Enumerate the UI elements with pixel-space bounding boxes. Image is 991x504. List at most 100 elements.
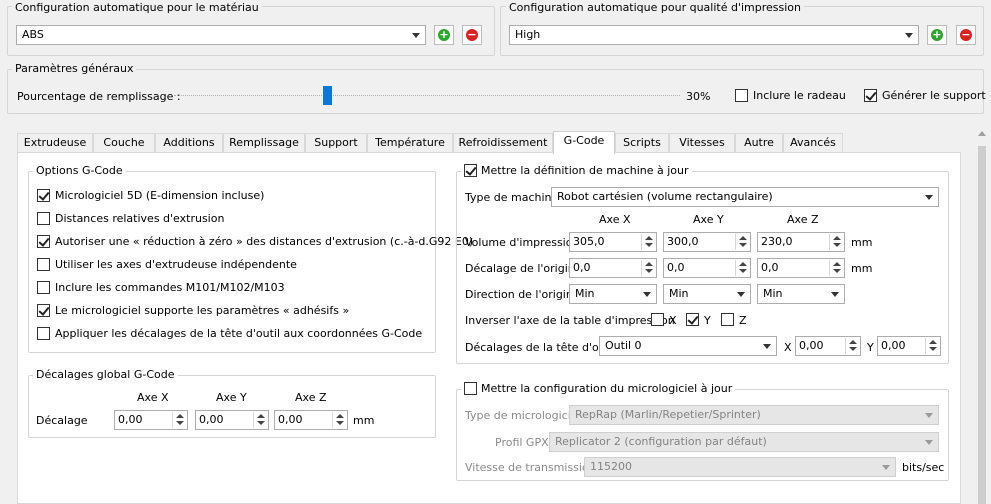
spin-arrows-icon[interactable] [735,234,749,250]
fill-value: 30% [686,90,711,103]
fill-slider-track[interactable] [174,95,680,96]
tool-offsets-label: Décalages de la tête d'outil [465,341,617,354]
volume-y[interactable]: 300,0 [663,232,751,252]
tab-couche[interactable]: Couche [93,133,155,153]
spin-arrows-icon[interactable] [845,338,859,354]
volume-x[interactable]: 305,0 [569,232,657,252]
support-checkbox[interactable] [864,89,877,102]
spin-arrows-icon[interactable] [829,234,843,250]
spin-arrows-icon[interactable] [735,260,749,276]
origin-offset-x[interactable]: 0,0 [569,258,657,278]
tool-y-label: Y [867,341,874,354]
spin-arrows-icon[interactable] [253,412,267,428]
invert-y-label: Y [704,314,711,327]
global-offset-label: Décalage [36,414,88,427]
support-label: Générer le support [882,89,986,102]
tab-gcode[interactable]: G-Code [553,131,615,154]
quality-group-title: Configuration automatique pour qualité d… [506,1,805,15]
general-group-title: Paramètres généraux [12,62,137,76]
gpx-label: Profil GPX [495,436,549,449]
invert-x-checkbox[interactable] [651,313,664,326]
tab-vitesses[interactable]: Vitesses [669,133,735,153]
tab-extrudeuse[interactable]: Extrudeuse [17,133,93,153]
tab-temperature[interactable]: Température [367,133,453,153]
minus-circle-icon: − [466,28,478,41]
material-add-button[interactable]: + [434,25,454,45]
invert-z-label: Z [739,314,747,327]
quality-remove-button[interactable]: − [956,25,976,45]
origin-dir-x[interactable]: Min [569,284,657,304]
opt-zero-label: Autoriser une « réduction à zéro » des d… [55,235,474,248]
origin-dir-y[interactable]: Min [663,284,751,304]
origin-offset-y[interactable]: 0,0 [663,258,751,278]
raft-checkbox[interactable] [735,89,748,102]
invert-y-checkbox[interactable] [686,313,699,326]
spin-arrows-icon[interactable] [641,260,655,276]
volume-z[interactable]: 230,0 [757,232,845,252]
fill-slider-thumb[interactable] [323,86,332,105]
opt-tooloffset-label: Appliquer les décalages de la tête d'out… [55,327,423,340]
spin-arrows-icon[interactable] [332,412,346,428]
gpx-select[interactable]: Replicator 2 (configuration par défaut) [549,432,939,452]
tab-support[interactable]: Support [305,133,367,153]
global-axis-y: Axe Y [216,391,247,404]
tool-select[interactable]: Outil 0 [599,336,777,356]
firmware-type-label: Type de micrologiciel [465,409,581,422]
opt-sticky-checkbox[interactable] [37,304,50,317]
invert-z-checkbox[interactable] [721,313,734,326]
baud-select[interactable]: 115200 [584,457,896,477]
firmware-checkbox[interactable] [464,382,477,395]
origin-dir-z[interactable]: Min [757,284,845,304]
opt-relative-label: Distances relatives d'extrusion [55,212,225,225]
global-offset-y-value: 0,00 [199,413,224,426]
origin-offset-z-value: 0,0 [761,261,779,274]
tab-autre[interactable]: Autre [735,133,783,153]
global-axis-z: Axe Z [295,391,327,404]
opt-m101-checkbox[interactable] [37,281,50,294]
global-offset-unit: mm [353,414,375,427]
tab-additions[interactable]: Additions [155,133,223,153]
gcode-options-title: Options G-Code [33,164,126,178]
global-offset-z[interactable]: 0,00 [274,410,348,430]
tab-scripts[interactable]: Scripts [615,133,669,153]
machine-title: Mettre la définition de machine à jour [481,164,689,177]
quality-select[interactable]: High [509,25,919,45]
volume-unit: mm [851,236,873,249]
quality-add-button[interactable]: + [927,25,947,45]
material-remove-button[interactable]: − [462,25,482,45]
tab-avances[interactable]: Avancés [783,133,843,153]
spin-arrows-icon[interactable] [172,412,186,428]
global-offset-y[interactable]: 0,00 [195,410,269,430]
global-offset-x[interactable]: 0,00 [114,410,188,430]
opt-independent-checkbox[interactable] [37,258,50,271]
minus-circle-icon: − [960,28,972,41]
global-offsets-title: Décalages global G-Code [33,368,178,382]
origin-offset-y-value: 0,0 [667,261,685,274]
tab-remplissage[interactable]: Remplissage [223,133,305,153]
material-select[interactable]: ABS [16,25,426,45]
origin-offset-x-value: 0,0 [573,261,591,274]
tool-y[interactable]: 0,00 [877,336,941,356]
opt-independent-label: Utiliser les axes d'extrudeuse indépende… [55,258,297,271]
machine-type-label: Type de machine [465,191,559,204]
opt-5d-label: Micrologiciel 5D (E-dimension incluse) [55,189,265,202]
volume-label: Volume d'impression [465,236,580,249]
scroll-up-icon[interactable] [978,131,986,136]
opt-zero-checkbox[interactable] [37,235,50,248]
machine-type-select[interactable]: Robot cartésien (volume rectangulaire) [551,187,939,207]
machine-axis-y: Axe Y [693,213,724,226]
origin-offset-z[interactable]: 0,0 [757,258,845,278]
firmware-type-select[interactable]: RepRap (Marlin/Repetier/Sprinter) [569,405,939,425]
tool-x[interactable]: 0,00 [795,336,861,356]
spin-arrows-icon[interactable] [925,338,939,354]
opt-5d-checkbox[interactable] [37,189,50,202]
spin-arrows-icon[interactable] [641,234,655,250]
vertical-scrollbar[interactable] [973,126,991,504]
global-offset-z-value: 0,00 [278,413,303,426]
opt-relative-checkbox[interactable] [37,212,50,225]
opt-tooloffset-checkbox[interactable] [37,327,50,340]
tab-refroidissement[interactable]: Refroidissement [453,133,553,153]
machine-checkbox[interactable] [464,164,477,177]
scrollbar-thumb[interactable] [978,146,986,504]
spin-arrows-icon[interactable] [829,260,843,276]
